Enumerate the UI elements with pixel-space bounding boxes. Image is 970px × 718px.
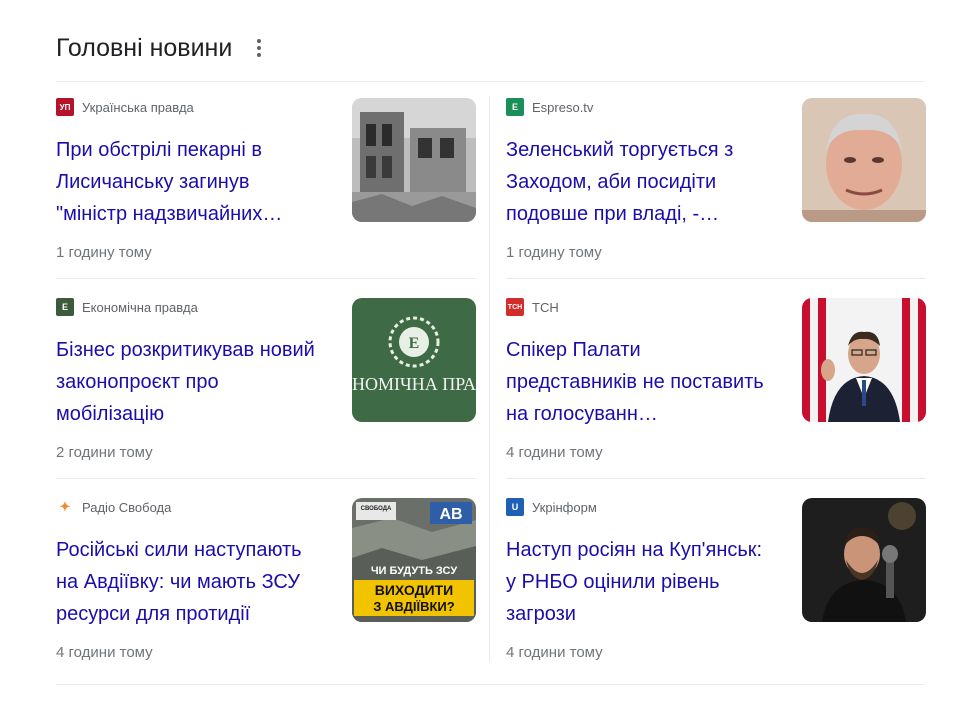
source-logo-icon: ✦ xyxy=(59,499,71,514)
timestamp: 4 години тому xyxy=(506,644,603,661)
source-logo-icon: E xyxy=(506,98,524,116)
thumbnail-image[interactable] xyxy=(352,98,476,222)
headline-link[interactable]: Бізнес розкритикував новий законопроєкт … xyxy=(56,334,326,430)
source-name: Економічна правда xyxy=(82,299,198,315)
thumb-line: ЧИ БУДУТЬ ЗСУ xyxy=(371,565,458,577)
thumb-caption: НОМІЧНА ПРА xyxy=(352,374,476,394)
top-divider xyxy=(56,81,924,82)
news-card[interactable]: ✦ Радіо Свобода Російські сили наступают… xyxy=(56,498,476,688)
timestamp: 4 години тому xyxy=(56,644,153,661)
thumbnail-image[interactable]: СВОБОДА AB ЧИ БУДУТЬ ЗСУ ВИХОДИТИ З АВДІ… xyxy=(352,498,476,622)
thumb-line: З АВДІЇВКИ? xyxy=(373,599,454,614)
thumb-sign: AB xyxy=(439,506,462,523)
timestamp: 4 години тому xyxy=(506,444,603,461)
news-card[interactable]: ТСН ТСН Спікер Палати представників не п… xyxy=(506,298,926,488)
source-name: ТСН xyxy=(532,299,559,315)
column-divider xyxy=(489,96,490,662)
headline-link[interactable]: При обстрілі пекарні в Лисичанську загин… xyxy=(56,134,326,230)
source-row: УП Українська правда xyxy=(56,98,194,116)
thumb-brand: СВОБОДА xyxy=(361,506,392,512)
section-header: Головні новини xyxy=(56,30,266,66)
headline-link[interactable]: Російські сили наступають на Авдіївку: ч… xyxy=(56,534,326,630)
headline-link[interactable]: Спікер Палати представників не поставить… xyxy=(506,334,776,430)
source-row: U Укрінформ xyxy=(506,498,597,516)
thumbnail-image[interactable] xyxy=(802,98,926,222)
timestamp: 2 години тому xyxy=(56,444,153,461)
source-logo-icon: УП xyxy=(56,98,74,116)
news-card[interactable]: E Економічна правда Бізнес розкритикував… xyxy=(56,298,476,488)
thumbnail-image[interactable] xyxy=(802,298,926,422)
source-row: E Espreso.tv xyxy=(506,98,593,116)
source-logo-icon: ТСН xyxy=(506,298,524,316)
source-row: ✦ Радіо Свобода xyxy=(56,498,172,516)
headline-link[interactable]: Зеленський торгується з Заходом, аби пос… xyxy=(506,134,776,230)
section-title: Головні новини xyxy=(56,33,233,62)
source-row: ТСН ТСН xyxy=(506,298,559,316)
source-name: Укрінформ xyxy=(532,499,597,515)
news-card[interactable]: U Укрінформ Наступ росіян на Куп'янськ: … xyxy=(506,498,926,688)
thumbnail-image[interactable] xyxy=(802,498,926,622)
svg-text:Е: Е xyxy=(409,335,420,352)
timestamp: 1 годину тому xyxy=(506,244,602,261)
news-card[interactable]: E Espreso.tv Зеленський торгується з Зах… xyxy=(506,98,926,288)
source-name: Українська правда xyxy=(82,99,194,115)
headline-link[interactable]: Наступ росіян на Куп'янськ: у РНБО оціни… xyxy=(506,534,776,630)
news-card[interactable]: УП Українська правда При обстрілі пекарн… xyxy=(56,98,476,288)
source-logo-icon: E xyxy=(56,298,74,316)
timestamp: 1 годину тому xyxy=(56,244,152,261)
more-vert-icon[interactable] xyxy=(252,36,266,60)
thumb-line: ВИХОДИТИ xyxy=(375,582,454,598)
source-name: Espreso.tv xyxy=(532,99,594,115)
thumbnail-image[interactable]: Е НОМІЧНА ПРА xyxy=(352,298,476,422)
source-row: E Економічна правда xyxy=(56,298,198,316)
source-logo-icon: U xyxy=(506,498,524,516)
source-name: Радіо Свобода xyxy=(82,499,172,515)
